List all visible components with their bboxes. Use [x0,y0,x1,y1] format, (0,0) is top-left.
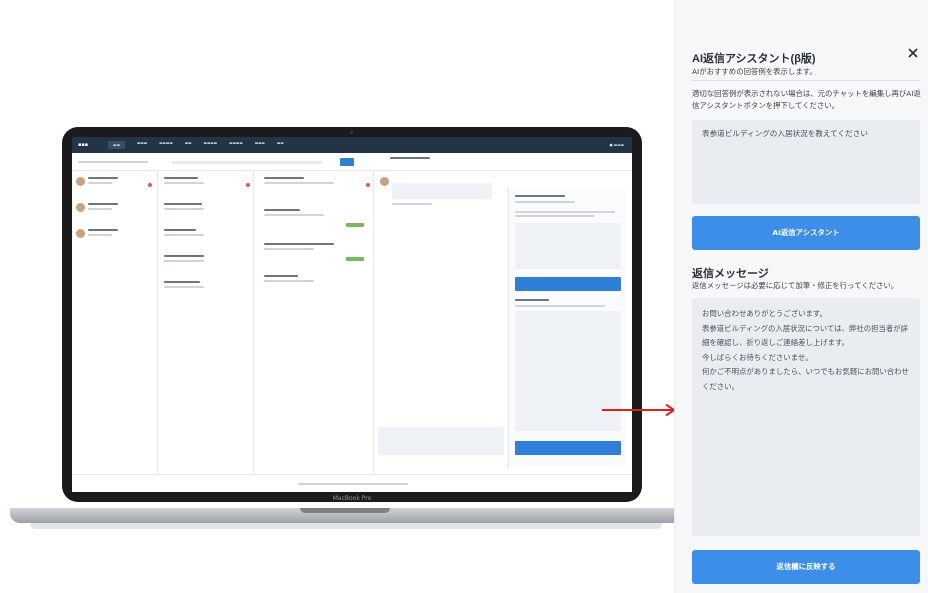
laptop-notch [300,508,390,513]
reply-message-textarea[interactable]: お問い合わせありがとうございます。 表参道ビルディングの入居状況については、弊社… [692,298,920,536]
mini-nav: ▬▬ ▬▬▬ ▬▬▬▬ ▬▬ ▬▬▬▬ ▬▬▬▬ ▬▬▬ ▬▬ [108,141,296,149]
panel-notice: 適切な回答例が表示されない場合は、元のチャットを編集し再びAI返信アシスタントボ… [692,89,921,110]
panel-divider [692,80,920,81]
arrow-right-icon [602,404,676,416]
ai-reply-assistant-button[interactable]: AI返信アシスタント [692,216,920,250]
mini-user: ● ▬▬▬ [609,143,624,147]
close-icon[interactable] [906,46,920,60]
reply-line: 何かご不明点がありましたら、いつでもお気軽にお問い合わせください。 [702,367,909,391]
laptop-shadow [30,523,662,529]
question-input[interactable]: 表参道ビルディングの入居状況を教えてください [692,120,920,204]
mini-column-threads [254,171,374,474]
laptop-camera [350,131,353,134]
laptop-model-label: MacBook Pro [332,495,372,502]
reflect-to-reply-button[interactable]: 返信欄に反映する [692,550,920,584]
reply-subtitle: 返信メッセージは必要に応じて加筆・修正を行ってください。 [692,281,899,290]
reply-heading: 返信メッセージ [692,268,769,280]
mini-column-contacts [72,171,158,474]
mini-ai-panel [508,189,626,467]
mini-column-properties [158,171,254,474]
mini-toolbar [72,153,632,171]
mini-footer [72,474,632,492]
laptop-screen: ▪▪▪ ▬▬ ▬▬▬ ▬▬▬▬ ▬▬ ▬▬▬▬ ▬▬▬▬ ▬▬▬ ▬▬ ● ▬▬▬ [72,137,632,492]
question-text: 表参道ビルディングの入居状況を教えてください [702,129,868,138]
panel-subtitle: AIがおすすめの回答例を表示します。 [692,67,817,76]
reply-line: 今しばらくお待ちくださいませ。 [702,352,813,362]
mini-app-header: ▪▪▪ ▬▬ ▬▬▬ ▬▬▬▬ ▬▬ ▬▬▬▬ ▬▬▬▬ ▬▬▬ ▬▬ ● ▬▬▬ [72,137,632,153]
reply-line: 表参道ビルディングの入居状況については、弊社の担当者が詳細を確認し、折り返しご連… [702,323,909,348]
mini-chat-area [374,157,508,474]
ai-reply-assistant-panel: AI返信アシスタント(β版) AIがおすすめの回答例を表示します。 適切な回答例… [674,0,928,593]
mini-logo: ▪▪▪ [78,142,89,148]
panel-title: AI返信アシスタント(β版) [692,53,816,65]
reply-line: お問い合わせありがとうございます。 [702,309,827,318]
